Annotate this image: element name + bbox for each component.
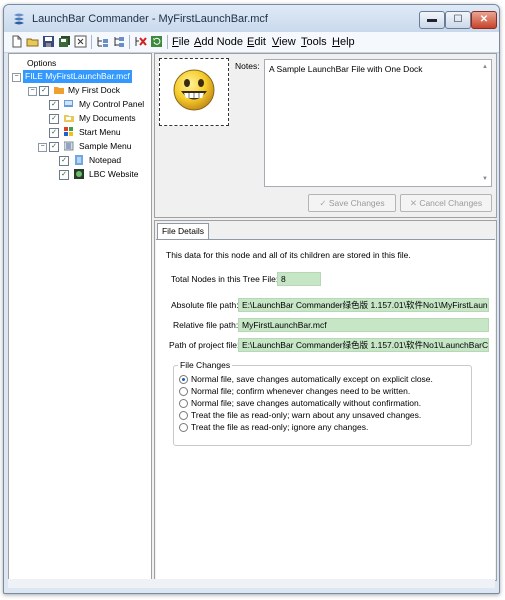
add-sibling-icon[interactable] — [112, 35, 125, 48]
toolbar-separator — [167, 35, 168, 49]
app-icon — [14, 13, 24, 25]
status-bar — [8, 579, 495, 588]
project-path-label: Path of project file: — [169, 340, 240, 350]
menu-file[interactable]: File — [172, 36, 190, 48]
close-icon: ✕ — [479, 14, 489, 25]
file-changes-title: File Changes — [178, 360, 233, 370]
tree-item-sample-menu[interactable]: Sample Menu — [79, 140, 131, 153]
save-all-icon[interactable] — [58, 35, 71, 48]
menu-edit[interactable]: Edit — [247, 36, 266, 48]
checkbox-icon[interactable]: ✓ — [39, 86, 49, 96]
notes-text: A Sample LaunchBar File with One Dock — [269, 64, 423, 74]
smiley-icon — [173, 69, 215, 111]
open-folder-icon[interactable] — [26, 35, 39, 48]
tree-item-dock[interactable]: My First Dock — [68, 84, 120, 97]
toolbar: File Add Node Edit View Tools Help — [4, 32, 499, 53]
client-area: Options − FILE MyFirstLaunchBar.mcf − ✓ … — [8, 53, 497, 588]
tree-item-website[interactable]: LBC Website — [89, 168, 138, 181]
node-icon-picker[interactable] — [159, 58, 229, 126]
scroll-down-icon[interactable]: ▼ — [482, 176, 488, 182]
menu-icon — [64, 141, 74, 151]
save-changes-button[interactable]: ✓ Save Changes — [308, 194, 396, 212]
window-title: LaunchBar Commander - MyFirstLaunchBar.m… — [32, 13, 268, 25]
file-details-panel: File Details This data for this node and… — [154, 220, 497, 581]
website-icon — [74, 169, 84, 179]
tree-panel[interactable]: Options − FILE MyFirstLaunchBar.mcf − ✓ … — [8, 53, 152, 581]
maximize-icon: ☐ — [453, 14, 463, 25]
toolbar-separator — [129, 35, 130, 49]
save-icon[interactable] — [42, 35, 55, 48]
menu-view[interactable]: View — [272, 36, 296, 48]
node-properties-panel: Notes: A Sample LaunchBar File with One … — [154, 53, 497, 218]
minimize-icon: ▬ — [427, 14, 437, 25]
tree-item-notepad[interactable]: Notepad — [89, 154, 121, 167]
notes-label: Notes: — [235, 61, 260, 71]
documents-icon — [64, 115, 74, 122]
relative-path-label: Relative file path: — [173, 320, 239, 330]
project-path-field[interactable]: E:\LaunchBar Commander绿色版 1.157.01\软件No1… — [238, 338, 489, 352]
collapse-icon[interactable]: − — [38, 143, 47, 152]
tree-item-file-root[interactable]: FILE MyFirstLaunchBar.mcf — [23, 70, 132, 83]
control-panel-icon — [64, 100, 73, 107]
cancel-changes-button[interactable]: ✕ Cancel Changes — [400, 194, 492, 212]
radio-icon[interactable] — [179, 411, 188, 420]
checkmark-icon: ✓ — [319, 198, 327, 208]
close-doc-icon[interactable] — [74, 35, 87, 48]
collapse-icon[interactable]: − — [12, 73, 21, 82]
file-changes-group: File Changes Normal file, save changes a… — [173, 360, 472, 446]
radio-icon[interactable] — [179, 387, 188, 396]
checkbox-icon[interactable]: ✓ — [49, 128, 59, 138]
tree-item-start-menu[interactable]: Start Menu — [79, 126, 121, 139]
checkbox-icon[interactable]: ✓ — [59, 156, 69, 166]
minimize-button[interactable]: ▬ — [419, 11, 445, 29]
add-child-icon[interactable] — [96, 35, 109, 48]
folder-icon — [54, 87, 64, 94]
new-file-icon[interactable] — [10, 35, 23, 48]
delete-node-icon[interactable] — [134, 35, 147, 48]
checkbox-icon[interactable]: ✓ — [49, 142, 59, 152]
app-window: LaunchBar Commander - MyFirstLaunchBar.m… — [3, 4, 500, 594]
tree-item-control-panel[interactable]: My Control Panel — [79, 98, 144, 111]
checkbox-icon[interactable]: ✓ — [49, 100, 59, 110]
scroll-up-icon[interactable]: ▲ — [482, 64, 488, 70]
menu-add-node[interactable]: Add Node — [194, 36, 243, 48]
close-button[interactable]: ✕ — [471, 11, 497, 29]
refresh-icon[interactable] — [150, 35, 163, 48]
absolute-path-label: Absolute file path: — [171, 300, 239, 310]
checkbox-icon[interactable]: ✓ — [59, 170, 69, 180]
total-nodes-value: 8 — [277, 272, 321, 286]
tree-item-options[interactable]: Options — [27, 57, 56, 70]
cancel-icon: ✕ — [409, 198, 417, 208]
toolbar-separator — [91, 35, 92, 49]
maximize-button[interactable]: ☐ — [445, 11, 471, 29]
radio-selected-icon[interactable] — [179, 375, 188, 384]
title-bar[interactable]: LaunchBar Commander - MyFirstLaunchBar.m… — [4, 5, 499, 32]
collapse-icon[interactable]: − — [28, 87, 37, 96]
total-nodes-label: Total Nodes in this Tree File: — [171, 274, 279, 284]
notes-textarea[interactable]: A Sample LaunchBar File with One Dock ▲ … — [264, 59, 492, 187]
absolute-path-field[interactable]: E:\LaunchBar Commander绿色版 1.157.01\软件No1… — [238, 298, 489, 312]
tab-content: This data for this node and all of its c… — [156, 239, 495, 579]
checkbox-icon[interactable]: ✓ — [49, 114, 59, 124]
relative-path-field[interactable]: MyFirstLaunchBar.mcf — [238, 318, 489, 332]
menu-tools[interactable]: Tools — [301, 36, 327, 48]
details-intro: This data for this node and all of its c… — [166, 250, 411, 260]
radio-icon[interactable] — [179, 423, 188, 432]
tree-item-documents[interactable]: My Documents — [79, 112, 136, 125]
menu-help[interactable]: Help — [332, 36, 355, 48]
tab-file-details[interactable]: File Details — [157, 223, 209, 239]
radio-icon[interactable] — [179, 399, 188, 408]
start-menu-icon — [64, 127, 73, 136]
notepad-icon — [75, 155, 83, 165]
